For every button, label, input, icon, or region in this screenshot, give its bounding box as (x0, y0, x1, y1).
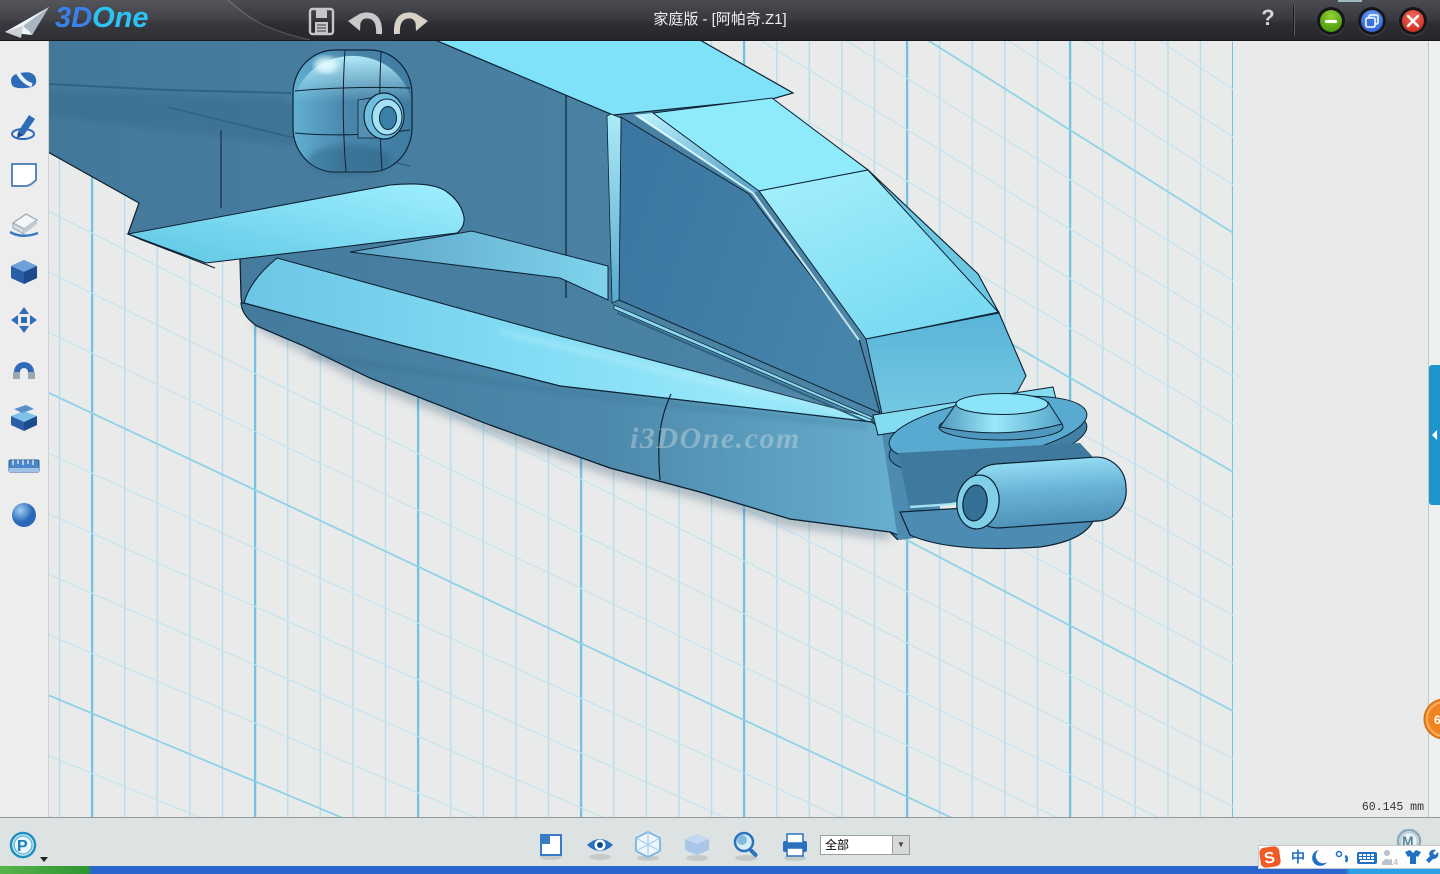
svg-text:P: P (17, 838, 28, 855)
svg-text:65: 65 (1434, 713, 1440, 727)
svg-text:60.145 mm: 60.145 mm (1362, 801, 1424, 814)
svg-text:中: 中 (1291, 849, 1305, 865)
svg-text:i3DOne.com: i3DOne.com (630, 422, 801, 455)
svg-text:14: 14 (1389, 858, 1398, 867)
